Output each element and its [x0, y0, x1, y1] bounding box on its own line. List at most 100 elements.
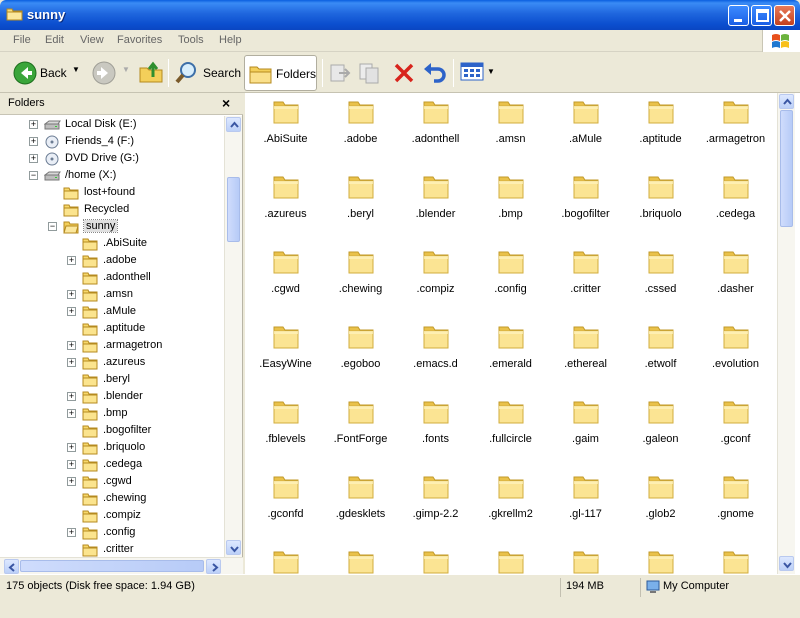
scroll-up-button[interactable]: [226, 117, 241, 132]
folder-item[interactable]: .aMule: [548, 93, 623, 168]
expand-icon[interactable]: +: [67, 443, 76, 452]
scroll-up-button[interactable]: [779, 94, 794, 109]
expand-icon[interactable]: +: [29, 137, 38, 146]
back-button[interactable]: Back ▼: [10, 59, 82, 87]
views-button[interactable]: ▼: [460, 61, 496, 85]
folder-item[interactable]: .egoboo: [323, 318, 398, 393]
folder-item[interactable]: .fonts: [398, 393, 473, 468]
close-button[interactable]: [774, 5, 795, 26]
delete-button[interactable]: [392, 61, 416, 85]
folder-item[interactable]: .aptitude: [623, 93, 698, 168]
tree-item[interactable]: + .azureus: [0, 355, 224, 372]
tree-item[interactable]: + .config: [0, 525, 224, 542]
folder-item[interactable]: .gnome: [698, 468, 773, 543]
folder-item[interactable]: .emacs.d: [398, 318, 473, 393]
collapse-icon[interactable]: −: [48, 222, 57, 231]
minimize-button[interactable]: [728, 5, 749, 26]
up-folder-button[interactable]: [138, 59, 164, 87]
folder-item[interactable]: .dasher: [698, 243, 773, 318]
expand-icon[interactable]: +: [67, 341, 76, 350]
folder-item[interactable]: .gconf: [698, 393, 773, 468]
tree-item[interactable]: .critter: [0, 542, 224, 557]
folder-item[interactable]: .adobe: [323, 93, 398, 168]
tree-item[interactable]: .adonthell: [0, 270, 224, 287]
folder-item[interactable]: .etwolf: [623, 318, 698, 393]
close-pane-icon[interactable]: ×: [222, 95, 230, 111]
folder-item[interactable]: .armagetron: [698, 93, 773, 168]
search-button[interactable]: Search: [173, 58, 241, 88]
folder-item[interactable]: .adonthell: [398, 93, 473, 168]
tree-item[interactable]: + .briquolo: [0, 440, 224, 457]
expand-icon[interactable]: +: [67, 392, 76, 401]
expand-icon[interactable]: +: [67, 358, 76, 367]
folder-item[interactable]: .chewing: [323, 243, 398, 318]
folder-item[interactable]: .cssed: [623, 243, 698, 318]
expand-icon[interactable]: +: [67, 477, 76, 486]
expand-icon[interactable]: +: [67, 307, 76, 316]
tree-item[interactable]: + Local Disk (E:): [0, 117, 224, 134]
tree-item[interactable]: + .cedega: [0, 457, 224, 474]
tree-item[interactable]: .beryl: [0, 372, 224, 389]
folder-item[interactable]: .gaim: [548, 393, 623, 468]
folder-item[interactable]: .glob2: [623, 468, 698, 543]
tree-item[interactable]: + DVD Drive (G:): [0, 151, 224, 168]
tree-item[interactable]: + .armagetron: [0, 338, 224, 355]
folder-item[interactable]: .beryl: [323, 168, 398, 243]
menu-favorites[interactable]: Favorites: [117, 34, 162, 46]
folder-item[interactable]: .cgwd: [248, 243, 323, 318]
forward-button[interactable]: ▼: [90, 59, 130, 87]
tree-item[interactable]: − /home (X:): [0, 168, 224, 185]
scroll-right-button[interactable]: [206, 559, 221, 574]
collapse-icon[interactable]: −: [29, 171, 38, 180]
tree-item[interactable]: lost+found: [0, 185, 224, 202]
folder-item[interactable]: .evolution: [698, 318, 773, 393]
tree-vertical-scrollbar[interactable]: [224, 116, 242, 557]
tree-item[interactable]: + .aMule: [0, 304, 224, 321]
expand-icon[interactable]: +: [67, 528, 76, 537]
menu-tools[interactable]: Tools: [178, 34, 204, 46]
folder-item[interactable]: .gdesklets: [323, 468, 398, 543]
folder-item[interactable]: .EasyWine: [248, 318, 323, 393]
folder-item[interactable]: .bogofilter: [548, 168, 623, 243]
folder-item[interactable]: .azureus: [248, 168, 323, 243]
folder-item[interactable]: .emerald: [473, 318, 548, 393]
tree-item[interactable]: + .cgwd: [0, 474, 224, 491]
undo-button[interactable]: [422, 61, 448, 85]
folder-item[interactable]: .blender: [398, 168, 473, 243]
chevron-down-icon[interactable]: ▼: [487, 67, 495, 76]
tree-item[interactable]: + .amsn: [0, 287, 224, 304]
tree-item[interactable]: .compiz: [0, 508, 224, 525]
chevron-down-icon[interactable]: ▼: [122, 65, 130, 74]
scroll-down-button[interactable]: [226, 540, 241, 555]
scroll-thumb[interactable]: [20, 560, 204, 572]
scroll-left-button[interactable]: [4, 559, 19, 574]
folder-item[interactable]: .briquolo: [623, 168, 698, 243]
expand-icon[interactable]: +: [67, 256, 76, 265]
menu-file[interactable]: File: [13, 34, 31, 46]
folder-item[interactable]: .config: [473, 243, 548, 318]
tree-item[interactable]: + Friends_4 (F:): [0, 134, 224, 151]
folder-item[interactable]: .AbiSuite: [248, 93, 323, 168]
tree-item[interactable]: .AbiSuite: [0, 236, 224, 253]
tree-item[interactable]: .aptitude: [0, 321, 224, 338]
folder-item[interactable]: .amsn: [473, 93, 548, 168]
copy-to-button[interactable]: [358, 61, 382, 85]
title-bar[interactable]: sunny: [0, 0, 800, 30]
folder-item[interactable]: .galeon: [623, 393, 698, 468]
expand-icon[interactable]: +: [67, 460, 76, 469]
folder-item[interactable]: .fblevels: [248, 393, 323, 468]
tree-horizontal-scrollbar[interactable]: [0, 557, 243, 574]
folder-item[interactable]: .bmp: [473, 168, 548, 243]
content-vertical-scrollbar[interactable]: [777, 93, 795, 574]
menu-edit[interactable]: Edit: [45, 34, 64, 46]
scroll-thumb[interactable]: [780, 110, 793, 227]
chevron-down-icon[interactable]: ▼: [72, 65, 80, 74]
folder-item[interactable]: .gkrellm2: [473, 468, 548, 543]
tree-item[interactable]: − sunny: [0, 219, 224, 236]
folder-item[interactable]: .fullcircle: [473, 393, 548, 468]
menu-view[interactable]: View: [80, 34, 104, 46]
folders-button[interactable]: Folders: [244, 55, 317, 91]
scroll-thumb[interactable]: [227, 177, 240, 242]
folder-item[interactable]: .critter: [548, 243, 623, 318]
tree-item[interactable]: .chewing: [0, 491, 224, 508]
